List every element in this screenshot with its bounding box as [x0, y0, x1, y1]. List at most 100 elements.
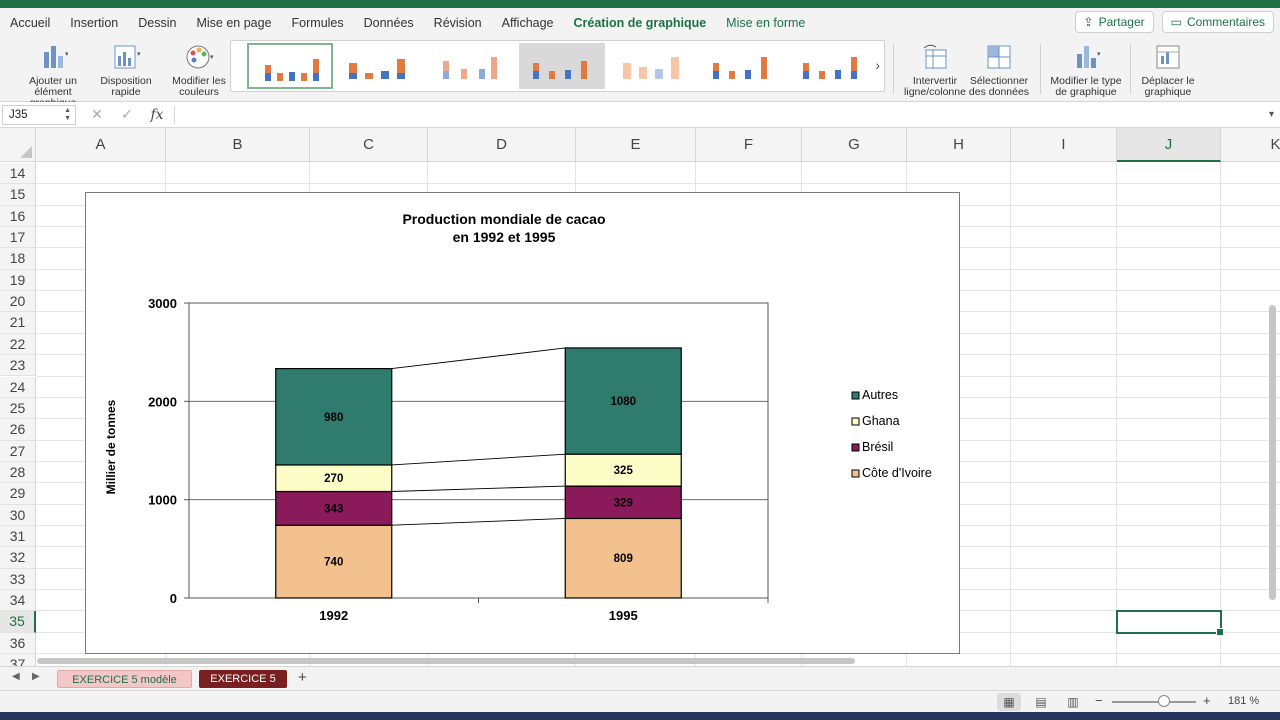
page-break-view-icon[interactable]: ▥ [1061, 693, 1085, 711]
add-chart-element-button[interactable]: ▾ Ajouter un élément graphique [10, 42, 96, 109]
confirm-icon[interactable]: ✓ [118, 106, 136, 123]
cancel-icon[interactable]: ✕ [88, 106, 106, 123]
data-label: 329 [614, 497, 633, 509]
formula-input[interactable] [175, 104, 1269, 125]
normal-view-icon[interactable]: ▦ [997, 693, 1021, 711]
move-chart-button[interactable]: Déplacer le graphique [1136, 42, 1200, 98]
column-header-g[interactable]: G [802, 128, 907, 162]
select-data-icon [987, 45, 1011, 69]
row-header-25[interactable]: 25 [0, 397, 36, 420]
tab-dessin[interactable]: Dessin [128, 8, 186, 38]
legend-swatch [851, 443, 860, 452]
add-sheet-button[interactable]: + [298, 669, 307, 686]
active-cell[interactable] [1116, 610, 1224, 637]
row-header-32[interactable]: 32 [0, 547, 36, 569]
row-header-29[interactable]: 29 [0, 483, 36, 505]
chart-style-2[interactable] [337, 43, 423, 89]
row-header-17[interactable]: 17 [0, 227, 36, 249]
row-header-14[interactable]: 14 [0, 163, 36, 185]
legend-swatch [851, 417, 860, 426]
select-data-button[interactable]: Sélectionner des données [968, 42, 1030, 98]
column-header-a[interactable]: A [36, 128, 166, 162]
vertical-scrollbar[interactable] [1269, 305, 1276, 600]
column-header-h[interactable]: H [907, 128, 1011, 162]
row-header-30[interactable]: 30 [0, 504, 36, 526]
row-header-22[interactable]: 22 [0, 333, 36, 356]
share-button[interactable]: ⇪ Partager [1074, 11, 1154, 33]
sheet-tab-exercice5[interactable]: EXERCICE 5 [199, 670, 287, 688]
row-header-33[interactable]: 33 [0, 568, 36, 590]
row-header-15[interactable]: 15 [0, 184, 36, 206]
zoom-in-icon[interactable]: + [1203, 693, 1211, 708]
y-tick-label: 1000 [148, 493, 177, 508]
column-gridline [1220, 162, 1221, 666]
move-chart-icon [1156, 45, 1180, 69]
column-header-c[interactable]: C [310, 128, 428, 162]
title-bar [0, 0, 1280, 8]
quick-layout-button[interactable]: ▾ Disposition rapide [96, 42, 156, 98]
column-header-k[interactable]: K [1221, 128, 1280, 162]
switch-row-column-button[interactable]: Intervertir ligne/colonne [902, 42, 968, 98]
sheet-tab-exercice5-modele[interactable]: EXERCICE 5 modèle [57, 670, 192, 688]
column-header-i[interactable]: I [1011, 128, 1117, 162]
tab-affichage[interactable]: Affichage [492, 8, 564, 38]
row-header-20[interactable]: 20 [0, 291, 36, 313]
tab-creation-graphique[interactable]: Création de graphique [564, 8, 717, 38]
select-data-label-2: des données [968, 86, 1030, 98]
row-header-23[interactable]: 23 [0, 355, 36, 377]
row-header-27[interactable]: 27 [0, 440, 36, 462]
chart-styles-gallery[interactable]: › [230, 40, 885, 92]
chart-style-1[interactable] [247, 43, 333, 89]
row-header-34[interactable]: 34 [0, 590, 36, 612]
column-header-e[interactable]: E [576, 128, 696, 162]
prev-sheet-icon[interactable]: ◀ [12, 671, 20, 682]
row-header-26[interactable]: 26 [0, 419, 36, 441]
data-label: 343 [324, 503, 343, 515]
page-layout-view-icon[interactable]: ▤ [1029, 693, 1053, 711]
comments-button[interactable]: ▭ Commentaires [1161, 11, 1274, 33]
row-header-35[interactable]: 35 [0, 611, 36, 633]
zoom-out-icon[interactable]: − [1095, 693, 1103, 708]
row-header-31[interactable]: 31 [0, 525, 36, 548]
row-header-19[interactable]: 19 [0, 269, 36, 292]
name-box[interactable]: J35 ▲ ▼ [2, 104, 76, 125]
ribbon-separator [1040, 44, 1041, 94]
chart-style-6[interactable] [699, 43, 785, 89]
chart-style-5[interactable] [609, 43, 695, 89]
expand-formula-icon[interactable]: ▾ [1269, 109, 1274, 120]
tab-accueil[interactable]: Accueil [0, 8, 60, 38]
row-header-36[interactable]: 36 [0, 632, 36, 655]
tab-insertion[interactable]: Insertion [60, 8, 128, 38]
name-box-spinner-icon[interactable]: ▲ ▼ [64, 107, 71, 123]
zoom-slider[interactable] [1112, 701, 1196, 703]
row-header-37[interactable]: 37 [0, 654, 36, 666]
chart-style-4[interactable] [519, 43, 605, 89]
chart-area[interactable]: Production mondiale de cacao en 1992 et … [85, 192, 960, 654]
row-header-28[interactable]: 28 [0, 461, 36, 484]
tab-formules[interactable]: Formules [282, 8, 354, 38]
svg-text:▾: ▾ [137, 51, 141, 58]
gallery-next-icon[interactable]: › [875, 57, 880, 73]
row-header-24[interactable]: 24 [0, 376, 36, 398]
change-colors-button[interactable]: ▾ Modifier les couleurs [168, 42, 230, 98]
column-header-b[interactable]: B [166, 128, 310, 162]
insert-function-icon[interactable]: fx [148, 107, 166, 123]
chart-style-3[interactable] [427, 43, 513, 89]
tab-revision[interactable]: Révision [424, 8, 492, 38]
tab-donnees[interactable]: Données [354, 8, 424, 38]
column-header-d[interactable]: D [428, 128, 576, 162]
row-header-18[interactable]: 18 [0, 248, 36, 270]
zoom-slider-handle[interactable] [1158, 695, 1170, 707]
chart-style-7[interactable] [789, 43, 875, 89]
select-all-corner[interactable] [0, 128, 36, 162]
horizontal-scrollbar[interactable] [37, 658, 855, 664]
column-header-j[interactable]: J [1117, 128, 1221, 162]
row-header-21[interactable]: 21 [0, 312, 36, 334]
change-chart-type-button[interactable]: ▾ Modifier le type de graphique [1046, 42, 1126, 98]
next-sheet-icon[interactable]: ▶ [32, 671, 40, 682]
row-header-16[interactable]: 16 [0, 205, 36, 228]
tab-mise-en-forme[interactable]: Mise en forme [716, 8, 815, 38]
column-header-f[interactable]: F [696, 128, 802, 162]
tab-mise-en-page[interactable]: Mise en page [186, 8, 281, 38]
svg-text:▾: ▾ [65, 51, 68, 58]
